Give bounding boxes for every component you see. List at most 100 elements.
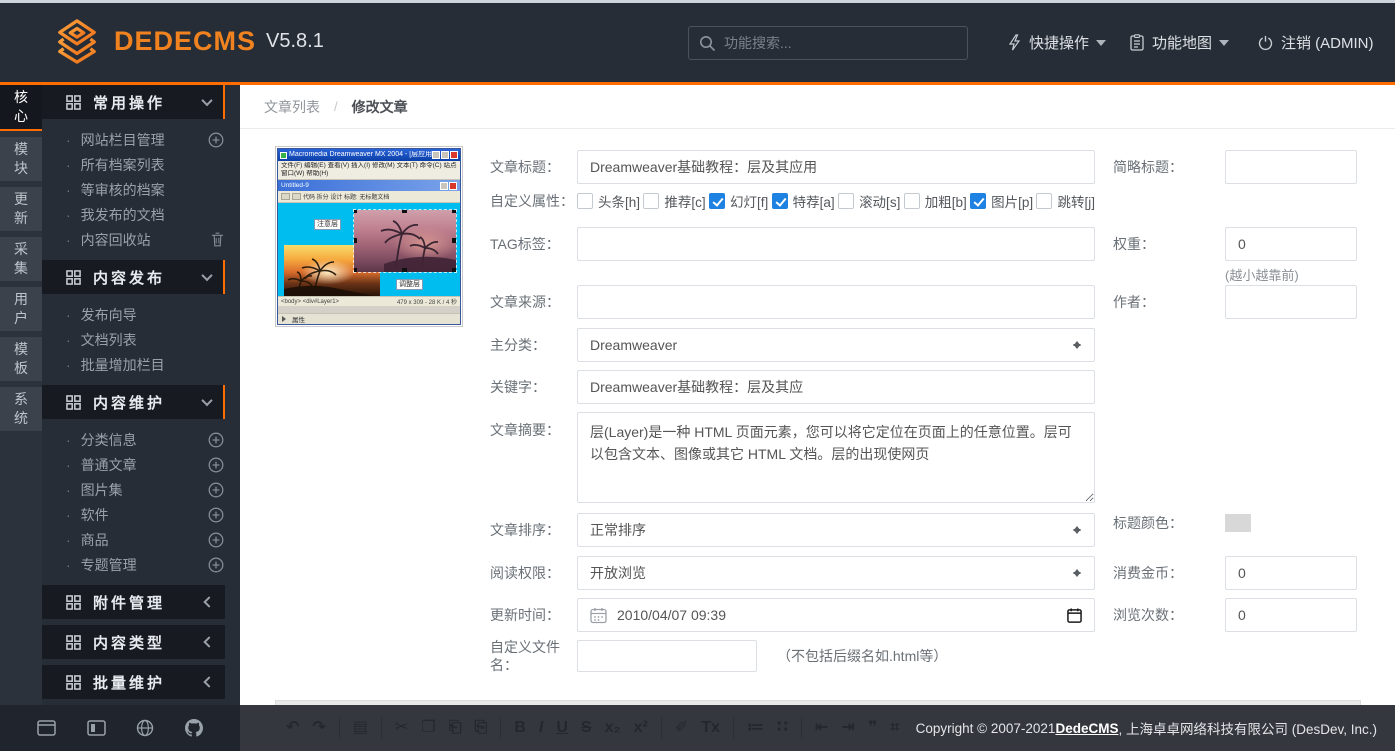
github-icon[interactable] <box>185 719 203 737</box>
sidebar-item[interactable]: ·图片集 <box>42 477 240 502</box>
editor-toolbar-new-document-icon[interactable]: ▤ <box>353 720 368 736</box>
dedecms-link[interactable]: DedeCMS <box>1055 721 1118 736</box>
update-time-picker[interactable]: 2010/04/07 09:39 <box>577 598 1095 632</box>
article-thumbnail-image[interactable]: Macromedia Dreamweaver MX 2004 - [层应用 (U… <box>275 146 463 327</box>
view-count-input[interactable] <box>1225 598 1357 632</box>
article-title-input[interactable] <box>577 150 1095 184</box>
checkbox-unchecked-icon[interactable] <box>577 193 593 209</box>
editor-toolbar-outdent-icon[interactable]: ⇤ <box>815 720 828 736</box>
editor-toolbar-redo-icon[interactable]: ↷ <box>312 720 325 736</box>
checkbox-unchecked-icon[interactable] <box>643 193 659 209</box>
editor-toolbar-undo-icon[interactable]: ↶ <box>286 720 299 736</box>
circle-plus-icon[interactable] <box>208 507 224 523</box>
sidebar-section-header[interactable]: 内容类型 <box>42 625 225 659</box>
trash-icon[interactable] <box>211 232 224 247</box>
editor-toolbar-ordered-list-icon[interactable]: ≔ <box>747 720 764 736</box>
sidebar-item[interactable]: ·专题管理 <box>42 552 240 577</box>
circle-plus-icon[interactable] <box>208 557 224 573</box>
author-input[interactable] <box>1225 285 1357 319</box>
attribute-checkbox-item[interactable]: 跳转[j] <box>1036 191 1095 211</box>
sidebar-item[interactable]: ·等审核的档案 <box>42 177 240 202</box>
sidebar-section-header[interactable]: 内容发布 <box>42 260 225 294</box>
search-input[interactable] <box>724 35 957 51</box>
logout-button[interactable]: 注销 (ADMIN) <box>1258 0 1374 85</box>
global-search[interactable] <box>688 26 968 60</box>
circle-plus-icon[interactable] <box>208 457 224 473</box>
keywords-input[interactable] <box>577 370 1095 404</box>
rail-tab[interactable]: 核 心 <box>0 85 42 131</box>
rail-tab[interactable]: 模 块 <box>0 137 42 181</box>
read-access-select[interactable]: 开放浏览 <box>577 556 1095 590</box>
editor-toolbar-superscript-icon[interactable]: x² <box>634 720 648 736</box>
editor-toolbar-paste-word-icon[interactable]: ⎘ <box>475 720 488 736</box>
summary-textarea[interactable]: 层(Layer)是一种 HTML 页面元素，您可以将它定位在页面上的任意位置。层… <box>577 412 1095 503</box>
attribute-checkbox-item[interactable]: 推荐[c] <box>643 191 705 211</box>
attribute-checkbox-item[interactable]: 幻灯[f] <box>709 191 768 211</box>
sidebar-item[interactable]: ·网站栏目管理 <box>42 127 240 152</box>
editor-toolbar-italic-icon[interactable]: I <box>539 720 543 736</box>
sidebar-item[interactable]: ·商品 <box>42 527 240 552</box>
main-category-select[interactable]: Dreamweaver <box>577 328 1095 362</box>
tag-input[interactable] <box>577 227 1095 261</box>
sidebar-section-header[interactable]: 批量维护 <box>42 665 225 699</box>
editor-toolbar-copy-icon[interactable]: ❐ <box>421 720 435 736</box>
sidebar-item[interactable]: ·所有档案列表 <box>42 152 240 177</box>
checkbox-unchecked-icon[interactable] <box>838 193 854 209</box>
sidebar-item[interactable]: ·发布向导 <box>42 302 240 327</box>
date-picker-icon[interactable] <box>1067 608 1082 623</box>
sidebar-section-header[interactable]: 常用操作 <box>42 85 225 119</box>
editor-toolbar-underline-icon[interactable]: U <box>556 720 568 736</box>
editor-toolbar-blockquote-icon[interactable]: ❞ <box>868 720 877 736</box>
article-source-input[interactable] <box>577 285 1095 319</box>
circle-plus-icon[interactable] <box>208 132 224 148</box>
sidebar-section-header[interactable]: 内容维护 <box>42 385 225 419</box>
consume-coins-input[interactable] <box>1225 556 1357 590</box>
checkbox-checked-icon[interactable] <box>772 193 788 209</box>
checkbox-unchecked-icon[interactable] <box>904 193 920 209</box>
article-sort-select[interactable]: 正常排序 <box>577 513 1095 547</box>
sidebar-section-header[interactable]: 附件管理 <box>42 585 225 619</box>
attribute-checkbox-item[interactable]: 特荐[a] <box>772 191 835 211</box>
weight-input[interactable] <box>1225 227 1357 261</box>
circle-plus-icon[interactable] <box>208 482 224 498</box>
editor-toolbar-bold-icon[interactable]: B <box>514 720 526 736</box>
purple-sunset-photo-layer[interactable] <box>354 210 456 272</box>
editor-toolbar-format-painter-icon[interactable]: ✐ <box>675 720 688 736</box>
editor-toolbar-div-container-icon[interactable]: ⌗ <box>890 720 899 736</box>
short-title-input[interactable] <box>1225 150 1357 184</box>
circle-plus-icon[interactable] <box>208 532 224 548</box>
editor-toolbar-strikethrough-icon[interactable]: S <box>581 720 592 736</box>
sidebar-item[interactable]: ·内容回收站 <box>42 227 240 252</box>
attribute-checkbox-item[interactable]: 头条[h] <box>577 191 640 211</box>
sidebar-item[interactable]: ·批量增加栏目 <box>42 352 240 377</box>
editor-toolbar-unordered-list-icon[interactable]: ∷ <box>777 720 788 736</box>
editor-toolbar-indent-icon[interactable]: ⇥ <box>841 720 854 736</box>
breadcrumb-parent-link[interactable]: 文章列表 <box>264 97 320 117</box>
editor-toolbar-remove-format-icon[interactable]: Tx <box>701 720 720 736</box>
title-color-swatch[interactable] <box>1225 514 1251 532</box>
sidebar-item[interactable]: ·文档列表 <box>42 327 240 352</box>
sidebar-item[interactable]: ·普通文章 <box>42 452 240 477</box>
attribute-checkbox-item[interactable]: 加粗[b] <box>904 191 967 211</box>
custom-filename-input[interactable] <box>577 640 757 672</box>
attribute-checkbox-item[interactable]: 图片[p] <box>970 191 1033 211</box>
checkbox-checked-icon[interactable] <box>709 193 725 209</box>
globe-icon[interactable] <box>136 719 154 737</box>
rail-tab[interactable]: 用 户 <box>0 287 42 331</box>
brand[interactable]: DEDECMS V5.8.1 <box>54 18 324 64</box>
checkbox-checked-icon[interactable] <box>970 193 986 209</box>
sidebar-item[interactable]: ·软件 <box>42 502 240 527</box>
browser-window-icon[interactable] <box>37 720 56 736</box>
attribute-checkbox-item[interactable]: 滚动[s] <box>838 191 900 211</box>
editor-toolbar-paste-icon[interactable]: ⎗ <box>449 720 462 736</box>
rail-tab[interactable]: 采 集 <box>0 237 42 281</box>
sidebar-item[interactable]: ·分类信息 <box>42 427 240 452</box>
editor-toolbar-cut-icon[interactable]: ✂ <box>395 720 408 736</box>
editor-toolbar-subscript-icon[interactable]: x₂ <box>605 720 621 736</box>
function-map-menu[interactable]: 功能地图 <box>1130 0 1229 85</box>
rail-tab[interactable]: 模 板 <box>0 337 42 381</box>
rail-tab[interactable]: 系 统 <box>0 387 42 431</box>
sidebar-item[interactable]: ·我发布的文档 <box>42 202 240 227</box>
rail-tab[interactable]: 更 新 <box>0 187 42 231</box>
selection-handles[interactable] <box>354 210 357 213</box>
